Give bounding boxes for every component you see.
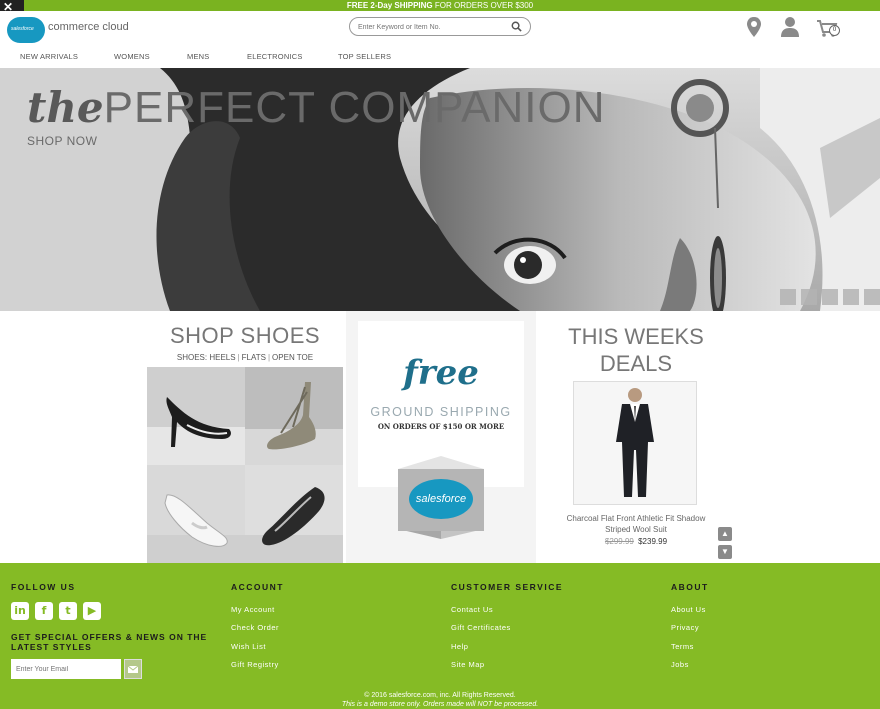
shoe-link-open-toe[interactable]: OPEN TOE: [272, 353, 313, 362]
shop-now-link[interactable]: SHOP NOW: [27, 134, 97, 148]
deal-product-name[interactable]: Charcoal Flat Front Athletic Fit Shadow …: [556, 513, 716, 535]
nav-mens[interactable]: MENS: [187, 52, 209, 61]
shoe-image[interactable]: [147, 367, 245, 465]
twitter-icon[interactable]: t: [59, 602, 77, 620]
envelope-icon: [127, 665, 139, 673]
copyright-text: © 2016 salesforce.com, inc. All Rights R…: [364, 692, 516, 699]
demo-note: This is a demo store only. Orders made w…: [341, 701, 539, 708]
promo-text: FOR ORDERS OVER $300: [432, 1, 534, 10]
footer-link-help[interactable]: Help: [451, 642, 468, 651]
chevron-up-icon[interactable]: ▲: [718, 527, 732, 541]
email-submit-button[interactable]: [124, 659, 142, 679]
footer-link-site-map[interactable]: Site Map: [451, 660, 485, 669]
promo-bold-text: FREE 2-Day SHIPPING: [346, 1, 433, 10]
salesforce-logo[interactable]: salesforce: [7, 17, 45, 43]
footer-link-check-order[interactable]: Check Order: [231, 623, 279, 632]
nav-new-arrivals[interactable]: NEW ARRIVALS: [20, 52, 78, 61]
promo-banner: FREE 2-Day SHIPPING FOR ORDERS OVER $300: [0, 0, 880, 11]
main-nav: NEW ARRIVALS WOMENS MENS ELECTRONICS TOP…: [0, 47, 880, 68]
ground-shipping-text: GROUND SHIPPING: [370, 405, 512, 419]
about-title: ABOUT: [671, 582, 709, 592]
carousel-dot[interactable]: [864, 289, 880, 305]
footer-link-gift-registry[interactable]: Gift Registry: [231, 660, 279, 669]
deal-new-price: $239.99: [638, 537, 668, 546]
site-footer: FOLLOW US in f t ▶ GET SPECIAL OFFERS & …: [0, 563, 880, 709]
carousel-dots: [780, 289, 880, 305]
free-text: free: [403, 353, 479, 393]
customer-service-title: CUSTOMER SERVICE: [451, 582, 564, 592]
search-icon[interactable]: [511, 21, 522, 32]
footer-link-my-account[interactable]: My Account: [231, 605, 275, 614]
social-links: in f t ▶: [11, 602, 101, 620]
linkedin-icon[interactable]: in: [11, 602, 29, 620]
free-shipping-tile[interactable]: free GROUND SHIPPING ON ORDERS OF $150 O…: [346, 311, 536, 563]
carousel-dot[interactable]: [843, 289, 859, 305]
footer-link-privacy[interactable]: Privacy: [671, 623, 699, 632]
deal-product-image[interactable]: [573, 381, 697, 505]
offers-heading: GET SPECIAL OFFERS & NEWS ON THE LATEST …: [11, 632, 208, 652]
shipping-condition-text: ON ORDERS OF $150 OR MORE: [377, 422, 505, 431]
shoe-image-grid: [147, 367, 343, 563]
hero-title: thePERFECT COMPANION: [27, 82, 606, 133]
footer-link-about-us[interactable]: About Us: [671, 605, 706, 614]
shoe-image[interactable]: [245, 465, 343, 563]
copyright: © 2016 salesforce.com, inc. All Rights R…: [0, 691, 880, 709]
account-icon[interactable]: [779, 15, 801, 39]
carousel-dot[interactable]: [801, 289, 817, 305]
email-input[interactable]: [11, 659, 121, 679]
carousel-dot[interactable]: [780, 289, 796, 305]
shoe-image[interactable]: [245, 367, 343, 465]
shoe-link-flats[interactable]: FLATS: [242, 353, 266, 362]
shoe-image[interactable]: [147, 465, 245, 563]
footer-link-gift-certificates[interactable]: Gift Certificates: [451, 623, 511, 632]
deals-title-line2: DEALS: [599, 351, 673, 376]
deal-price: $299.99 $239.99: [556, 537, 716, 546]
shoe-link-heels[interactable]: HEELS: [209, 353, 235, 362]
search-input[interactable]: [358, 21, 508, 33]
chevron-down-icon[interactable]: ▼: [718, 545, 732, 559]
shoes-prefix: SHOES:: [176, 353, 208, 362]
hero-banner[interactable]: thePERFECT COMPANION SHOP NOW: [0, 68, 880, 311]
shop-shoes-title[interactable]: SHOP SHOES: [147, 323, 343, 349]
youtube-icon[interactable]: ▶: [83, 602, 101, 620]
carousel-dot[interactable]: [822, 289, 838, 305]
hero-title-the: the: [27, 83, 104, 132]
footer-link-terms[interactable]: Terms: [671, 642, 694, 651]
nav-top-sellers[interactable]: TOP SELLERS: [338, 52, 391, 61]
footer-link-contact-us[interactable]: Contact Us: [451, 605, 493, 614]
hero-title-main: PERFECT COMPANION: [103, 83, 606, 132]
logo-text[interactable]: commerce cloud: [48, 21, 129, 33]
box-logo-text: salesforce: [415, 493, 467, 505]
follow-us-title: FOLLOW US: [11, 582, 76, 592]
promo-tiles: SHOP SHOES SHOES: HEELS | FLATS | OPEN TOE: [0, 311, 880, 563]
deals-title-line1: THIS WEEKS: [568, 324, 704, 349]
facebook-icon[interactable]: f: [35, 602, 53, 620]
search-bar: [349, 17, 531, 36]
nav-womens[interactable]: WOMENS: [114, 52, 150, 61]
store-locator-icon[interactable]: [743, 15, 765, 39]
deals-title: THIS WEEKS DEALS: [551, 323, 721, 377]
deal-old-price: $299.99: [604, 537, 634, 546]
footer-link-jobs[interactable]: Jobs: [671, 660, 689, 669]
footer-link-wish-list[interactable]: Wish List: [231, 642, 266, 651]
cart-count-badge: 0: [829, 25, 840, 36]
nav-electronics[interactable]: ELECTRONICS: [247, 52, 303, 61]
site-header: salesforce commerce cloud 0: [0, 11, 880, 47]
logo-badge-text: salesforce: [11, 26, 34, 32]
account-title: ACCOUNT: [231, 582, 284, 592]
shoe-category-links: SHOES: HEELS | FLATS | OPEN TOE: [176, 353, 314, 362]
